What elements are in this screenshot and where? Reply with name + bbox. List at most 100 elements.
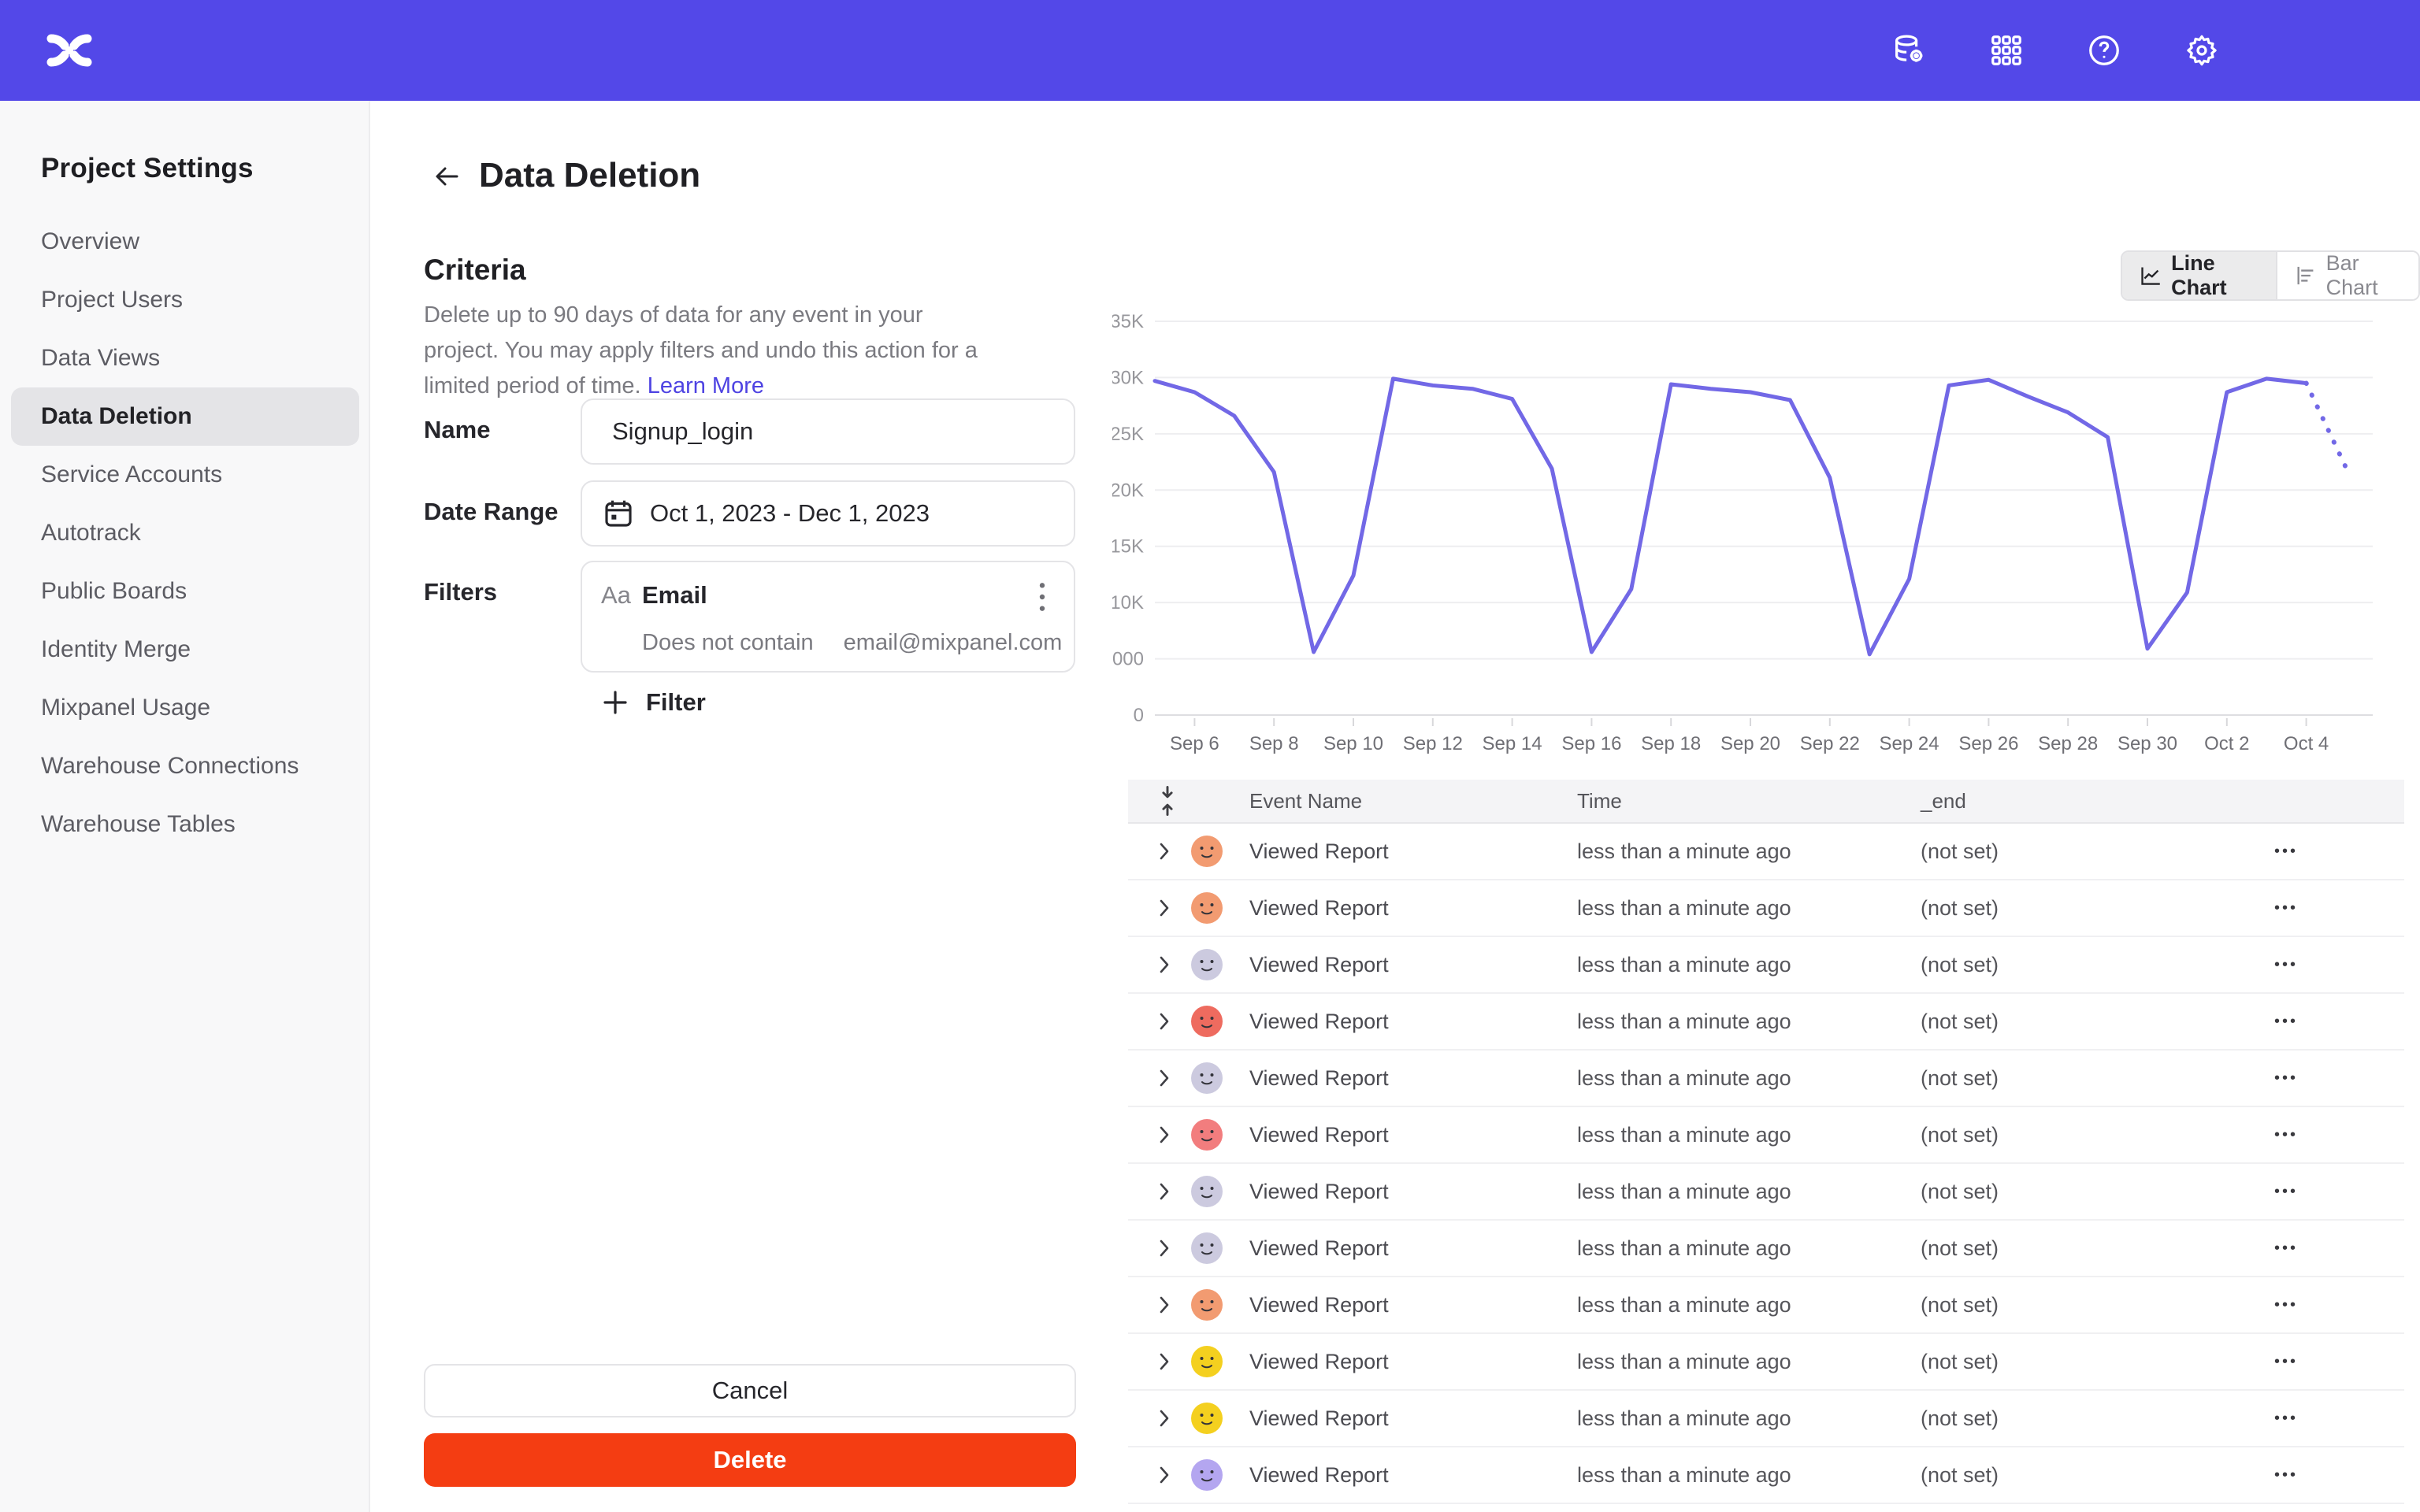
table-row[interactable]: Viewed Report less than a minute ago (no… <box>1128 880 2404 937</box>
svg-text:Sep 10: Sep 10 <box>1323 733 1383 754</box>
add-filter-button[interactable]: Filter <box>602 688 706 717</box>
svg-text:Sep 24: Sep 24 <box>1880 733 1939 754</box>
row-menu-icon[interactable]: ••• <box>2262 937 2310 992</box>
table-row[interactable]: Viewed Report less than a minute ago (no… <box>1128 1334 2404 1391</box>
table-row[interactable]: Viewed Report less than a minute ago (no… <box>1128 1504 2404 1512</box>
event-name-cell: Viewed Report <box>1249 937 1389 992</box>
back-button[interactable] <box>430 159 465 194</box>
row-menu-icon[interactable]: ••• <box>2262 824 2310 879</box>
name-input[interactable]: Signup_login <box>581 398 1075 465</box>
table-row[interactable]: Viewed Report less than a minute ago (no… <box>1128 994 2404 1051</box>
bar-chart-toggle[interactable]: Bar Chart <box>2277 252 2418 299</box>
expand-row-icon[interactable] <box>1150 1051 1178 1106</box>
row-menu-icon[interactable]: ••• <box>2262 1221 2310 1276</box>
expand-row-icon[interactable] <box>1150 1391 1178 1446</box>
expand-row-icon[interactable] <box>1150 1221 1178 1276</box>
expand-row-icon[interactable] <box>1150 1164 1178 1219</box>
data-management-icon[interactable] <box>1889 31 1928 70</box>
sidebar-item-service-accounts[interactable]: Service Accounts <box>0 446 370 504</box>
sidebar-item-warehouse-tables[interactable]: Warehouse Tables <box>0 795 370 854</box>
svg-text:35K: 35K <box>1112 311 1144 332</box>
user-avatar <box>1191 1403 1223 1434</box>
name-input-value: Signup_login <box>582 417 753 446</box>
table-row[interactable]: Viewed Report less than a minute ago (no… <box>1128 1051 2404 1107</box>
sidebar-item-identity-merge[interactable]: Identity Merge <box>0 621 370 679</box>
sidebar-item-public-boards[interactable]: Public Boards <box>0 562 370 621</box>
filter-operator[interactable]: Does not contain <box>642 630 814 656</box>
svg-text:Oct 2: Oct 2 <box>2204 733 2249 754</box>
row-menu-icon[interactable]: ••• <box>2262 1334 2310 1389</box>
expand-row-icon[interactable] <box>1150 880 1178 936</box>
row-menu-icon[interactable]: ••• <box>2262 1504 2310 1512</box>
time-cell: less than a minute ago <box>1577 1164 1791 1219</box>
row-menu-icon[interactable]: ••• <box>2262 1051 2310 1106</box>
filter-card[interactable]: Aa Email Does not contain email@mixpanel… <box>581 561 1075 673</box>
expand-row-icon[interactable] <box>1150 1504 1178 1512</box>
topbar-icon-group <box>1889 0 2221 101</box>
event-name-cell: Viewed Report <box>1249 1107 1389 1162</box>
table-row[interactable]: Viewed Report less than a minute ago (no… <box>1128 1221 2404 1277</box>
user-avatar <box>1191 1062 1223 1094</box>
column-header-end[interactable]: _end <box>1921 780 1966 822</box>
sidebar-item-warehouse-connections[interactable]: Warehouse Connections <box>0 737 370 795</box>
criteria-heading: Criteria <box>424 254 526 287</box>
end-cell: (not set) <box>1921 1447 1999 1503</box>
plus-icon <box>602 689 629 716</box>
row-menu-icon[interactable]: ••• <box>2262 1107 2310 1162</box>
sidebar-item-data-deletion[interactable]: Data Deletion <box>11 387 359 446</box>
apps-grid-icon[interactable] <box>1987 31 2026 70</box>
table-row[interactable]: Viewed Report less than a minute ago (no… <box>1128 1277 2404 1334</box>
row-menu-icon[interactable]: ••• <box>2262 1277 2310 1332</box>
filter-property-name: Email <box>642 581 707 610</box>
filter-value[interactable]: email@mixpanel.com <box>844 630 1063 656</box>
row-menu-icon[interactable]: ••• <box>2262 1391 2310 1446</box>
event-name-cell: Viewed Report <box>1249 1504 1389 1512</box>
table-row[interactable]: Viewed Report less than a minute ago (no… <box>1128 937 2404 994</box>
sidebar-item-autotrack[interactable]: Autotrack <box>0 504 370 562</box>
row-menu-icon[interactable]: ••• <box>2262 1447 2310 1503</box>
sidebar-item-project-users[interactable]: Project Users <box>0 271 370 329</box>
expand-row-icon[interactable] <box>1150 1107 1178 1162</box>
expand-row-icon[interactable] <box>1150 824 1178 879</box>
settings-gear-icon[interactable] <box>2182 31 2221 70</box>
end-cell: (not set) <box>1921 1107 1999 1162</box>
column-header-time[interactable]: Time <box>1577 780 1622 822</box>
expand-row-icon[interactable] <box>1150 1277 1178 1332</box>
expand-row-icon[interactable] <box>1150 994 1178 1049</box>
learn-more-link[interactable]: Learn More <box>648 373 764 398</box>
filter-menu-icon[interactable] <box>1028 580 1056 614</box>
delete-button[interactable]: Delete <box>424 1433 1076 1487</box>
expand-row-icon[interactable] <box>1150 1447 1178 1503</box>
date-range-input[interactable]: Oct 1, 2023 - Dec 1, 2023 <box>581 480 1075 547</box>
cancel-button[interactable]: Cancel <box>424 1364 1076 1418</box>
time-cell: less than a minute ago <box>1577 1051 1791 1106</box>
svg-text:Sep 22: Sep 22 <box>1800 733 1860 754</box>
table-row[interactable]: Viewed Report less than a minute ago (no… <box>1128 1164 2404 1221</box>
row-menu-icon[interactable]: ••• <box>2262 994 2310 1049</box>
table-row[interactable]: Viewed Report less than a minute ago (no… <box>1128 824 2404 880</box>
column-header-event-name[interactable]: Event Name <box>1249 780 1362 822</box>
events-line-chart: 05,00010K15K20K25K30K35KSep 6Sep 8Sep 10… <box>1112 307 2420 772</box>
line-chart-toggle[interactable]: Line Chart <box>2122 252 2277 299</box>
table-row[interactable]: Viewed Report less than a minute ago (no… <box>1128 1107 2404 1164</box>
time-cell: less than a minute ago <box>1577 1334 1791 1389</box>
collapse-rows-icon[interactable] <box>1153 786 1182 816</box>
svg-text:Sep 8: Sep 8 <box>1249 733 1299 754</box>
row-menu-icon[interactable]: ••• <box>2262 1164 2310 1219</box>
sidebar-title: Project Settings <box>41 153 254 184</box>
sidebar-item-data-views[interactable]: Data Views <box>0 329 370 387</box>
row-menu-icon[interactable]: ••• <box>2262 880 2310 936</box>
svg-text:0: 0 <box>1134 705 1144 726</box>
svg-text:25K: 25K <box>1112 424 1144 445</box>
events-table: Event Name Time _end Viewed Report less … <box>1128 780 2404 1512</box>
sidebar-item-mixpanel-usage[interactable]: Mixpanel Usage <box>0 679 370 737</box>
help-icon[interactable] <box>2084 31 2124 70</box>
table-row[interactable]: Viewed Report less than a minute ago (no… <box>1128 1391 2404 1447</box>
expand-row-icon[interactable] <box>1150 937 1178 992</box>
table-row[interactable]: Viewed Report less than a minute ago (no… <box>1128 1447 2404 1504</box>
expand-row-icon[interactable] <box>1150 1334 1178 1389</box>
time-cell: less than a minute ago <box>1577 1447 1791 1503</box>
mixpanel-logo-icon[interactable] <box>44 25 95 76</box>
sidebar-item-overview[interactable]: Overview <box>0 213 370 271</box>
svg-text:10K: 10K <box>1112 592 1144 613</box>
